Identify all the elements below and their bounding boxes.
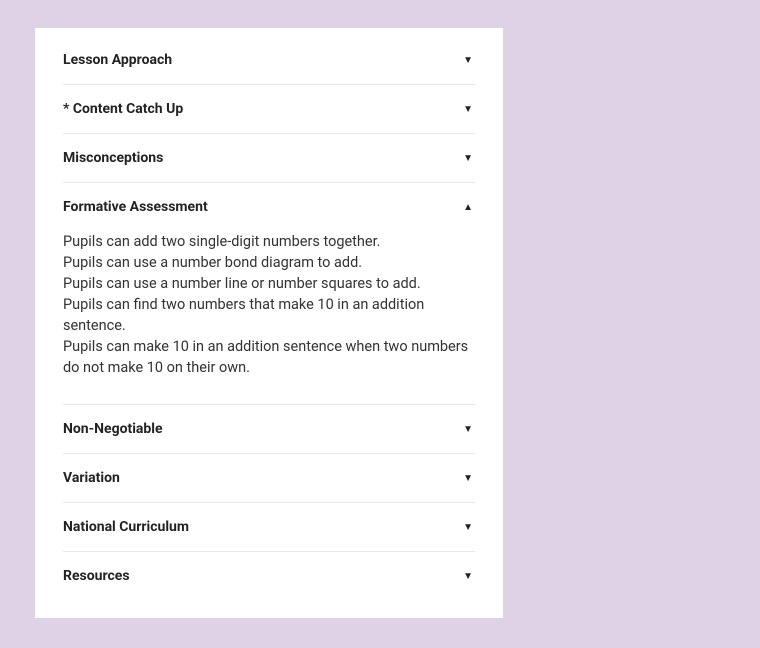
content-line: Pupils can add two single-digit numbers … [63,231,475,252]
content-line: Pupils can use a number bond diagram to … [63,252,475,273]
chevron-down-icon: ▼ [463,424,473,435]
accordion-header-variation[interactable]: Variation ▼ [63,454,475,502]
accordion-title: Variation [63,470,120,486]
accordion-title: National Curriculum [63,519,189,535]
accordion-header-national-curriculum[interactable]: National Curriculum ▼ [63,503,475,551]
accordion-item-misconceptions: Misconceptions ▼ [63,134,475,183]
accordion-title: Resources [63,568,130,584]
accordion-panel: Lesson Approach ▼ * Content Catch Up ▼ M… [35,28,503,618]
chevron-down-icon: ▼ [463,153,473,164]
accordion-content-formative-assessment: Pupils can add two single-digit numbers … [63,231,475,404]
accordion-header-resources[interactable]: Resources ▼ [63,552,475,600]
chevron-down-icon: ▼ [463,522,473,533]
content-line: Pupils can use a number line or number s… [63,273,475,294]
chevron-down-icon: ▼ [463,473,473,484]
accordion-title: Lesson Approach [63,52,172,68]
chevron-down-icon: ▼ [463,55,473,66]
accordion-title: Misconceptions [63,150,163,166]
accordion-item-lesson-approach: Lesson Approach ▼ [63,36,475,85]
content-line: Pupils can make 10 in an addition senten… [63,336,475,378]
content-line: Pupils can find two numbers that make 10… [63,294,475,336]
accordion-header-lesson-approach[interactable]: Lesson Approach ▼ [63,36,475,84]
accordion-item-content-catch-up: * Content Catch Up ▼ [63,85,475,134]
accordion-title: Formative Assessment [63,199,208,215]
accordion-item-variation: Variation ▼ [63,454,475,503]
accordion-item-formative-assessment: Formative Assessment ▲ Pupils can add tw… [63,183,475,405]
accordion-title: * Content Catch Up [63,101,183,117]
accordion-title: Non-Negotiable [63,421,163,437]
accordion-item-resources: Resources ▼ [63,552,475,600]
accordion-header-non-negotiable[interactable]: Non-Negotiable ▼ [63,405,475,453]
chevron-up-icon: ▲ [463,202,473,213]
accordion-header-formative-assessment[interactable]: Formative Assessment ▲ [63,183,475,231]
chevron-down-icon: ▼ [463,571,473,582]
accordion-header-content-catch-up[interactable]: * Content Catch Up ▼ [63,85,475,133]
accordion-item-non-negotiable: Non-Negotiable ▼ [63,405,475,454]
chevron-down-icon: ▼ [463,104,473,115]
accordion-header-misconceptions[interactable]: Misconceptions ▼ [63,134,475,182]
accordion-item-national-curriculum: National Curriculum ▼ [63,503,475,552]
